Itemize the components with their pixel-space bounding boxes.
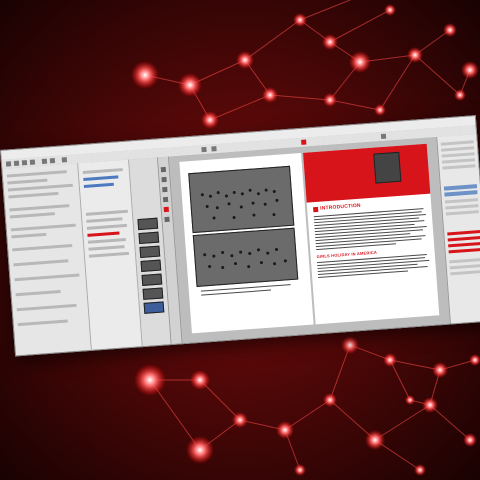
panel-row[interactable] [17,319,68,327]
tool-icon[interactable] [21,160,28,166]
tool-icon[interactable] [301,139,307,145]
app-window: INTRODUCTION GIRLS HOLIDAY IN AMERICA [0,115,480,357]
tool-icon[interactable] [61,157,68,163]
panel-row[interactable] [88,251,130,258]
document-canvas[interactable]: INTRODUCTION GIRLS HOLIDAY IN AMERICA [168,137,450,344]
panel-row[interactable] [10,223,76,232]
panel-row[interactable] [7,183,73,192]
header-photo [373,151,402,184]
group-photo [188,165,295,234]
panel-row[interactable] [83,182,114,188]
tool-icon[interactable] [201,146,207,153]
tool-icon[interactable] [49,158,56,164]
panel-row[interactable] [85,209,128,216]
tool-icon[interactable] [41,158,48,164]
tool-icon[interactable] [5,161,12,167]
panel-row[interactable] [86,223,127,230]
page-thumbnail[interactable] [141,273,163,286]
tool-icon[interactable] [211,146,217,152]
tool-icon[interactable] [13,160,20,167]
panel-row[interactable] [12,243,73,252]
page-thumbnail[interactable] [137,217,159,231]
panel-row[interactable] [7,178,48,185]
swatch-red[interactable] [448,248,480,254]
swatch-red[interactable] [447,230,480,236]
panel-row[interactable] [83,175,119,181]
panel-row[interactable] [8,191,59,199]
fill-tool-icon[interactable] [163,206,169,213]
panel-row[interactable] [15,289,61,297]
panel-row[interactable] [88,245,125,251]
group-photo [192,227,299,287]
panel-row[interactable] [87,238,127,244]
page-thumbnail[interactable] [138,231,160,245]
left-page [179,152,314,334]
page-thumbnail[interactable] [139,245,161,259]
page-thumbnail[interactable] [142,287,164,300]
panel-row[interactable] [6,170,67,178]
tool-icon[interactable] [380,133,387,140]
panel-row[interactable] [14,273,80,282]
panel-row[interactable] [16,303,77,312]
frame-tool-icon[interactable] [162,186,168,193]
panel-row[interactable] [9,212,55,219]
arrow-tool-icon[interactable] [160,166,167,173]
text-tool-icon[interactable] [161,176,167,183]
panel-row[interactable] [9,204,70,212]
panel-row[interactable] [82,168,123,174]
zoom-tool-icon[interactable] [164,216,170,223]
heading-introduction: INTRODUCTION [319,202,362,212]
right-page: INTRODUCTION GIRLS HOLIDAY IN AMERICA [303,143,440,325]
panel-row[interactable] [87,231,120,237]
heading-marker-icon [313,206,319,213]
selected-style[interactable] [444,190,478,197]
pen-tool-icon[interactable] [162,196,169,203]
panel-row[interactable] [13,259,69,267]
panel-row[interactable] [86,217,123,223]
panel-row[interactable] [11,232,47,239]
page-thumbnail[interactable] [143,301,165,314]
header-red-block [303,143,431,203]
swatch-red[interactable] [447,236,480,242]
properties-panel [2,163,92,356]
page-thumbnail[interactable] [140,259,162,272]
swatch-red[interactable] [448,242,480,248]
tool-icon[interactable] [29,159,36,165]
menu-item[interactable] [157,139,158,148]
